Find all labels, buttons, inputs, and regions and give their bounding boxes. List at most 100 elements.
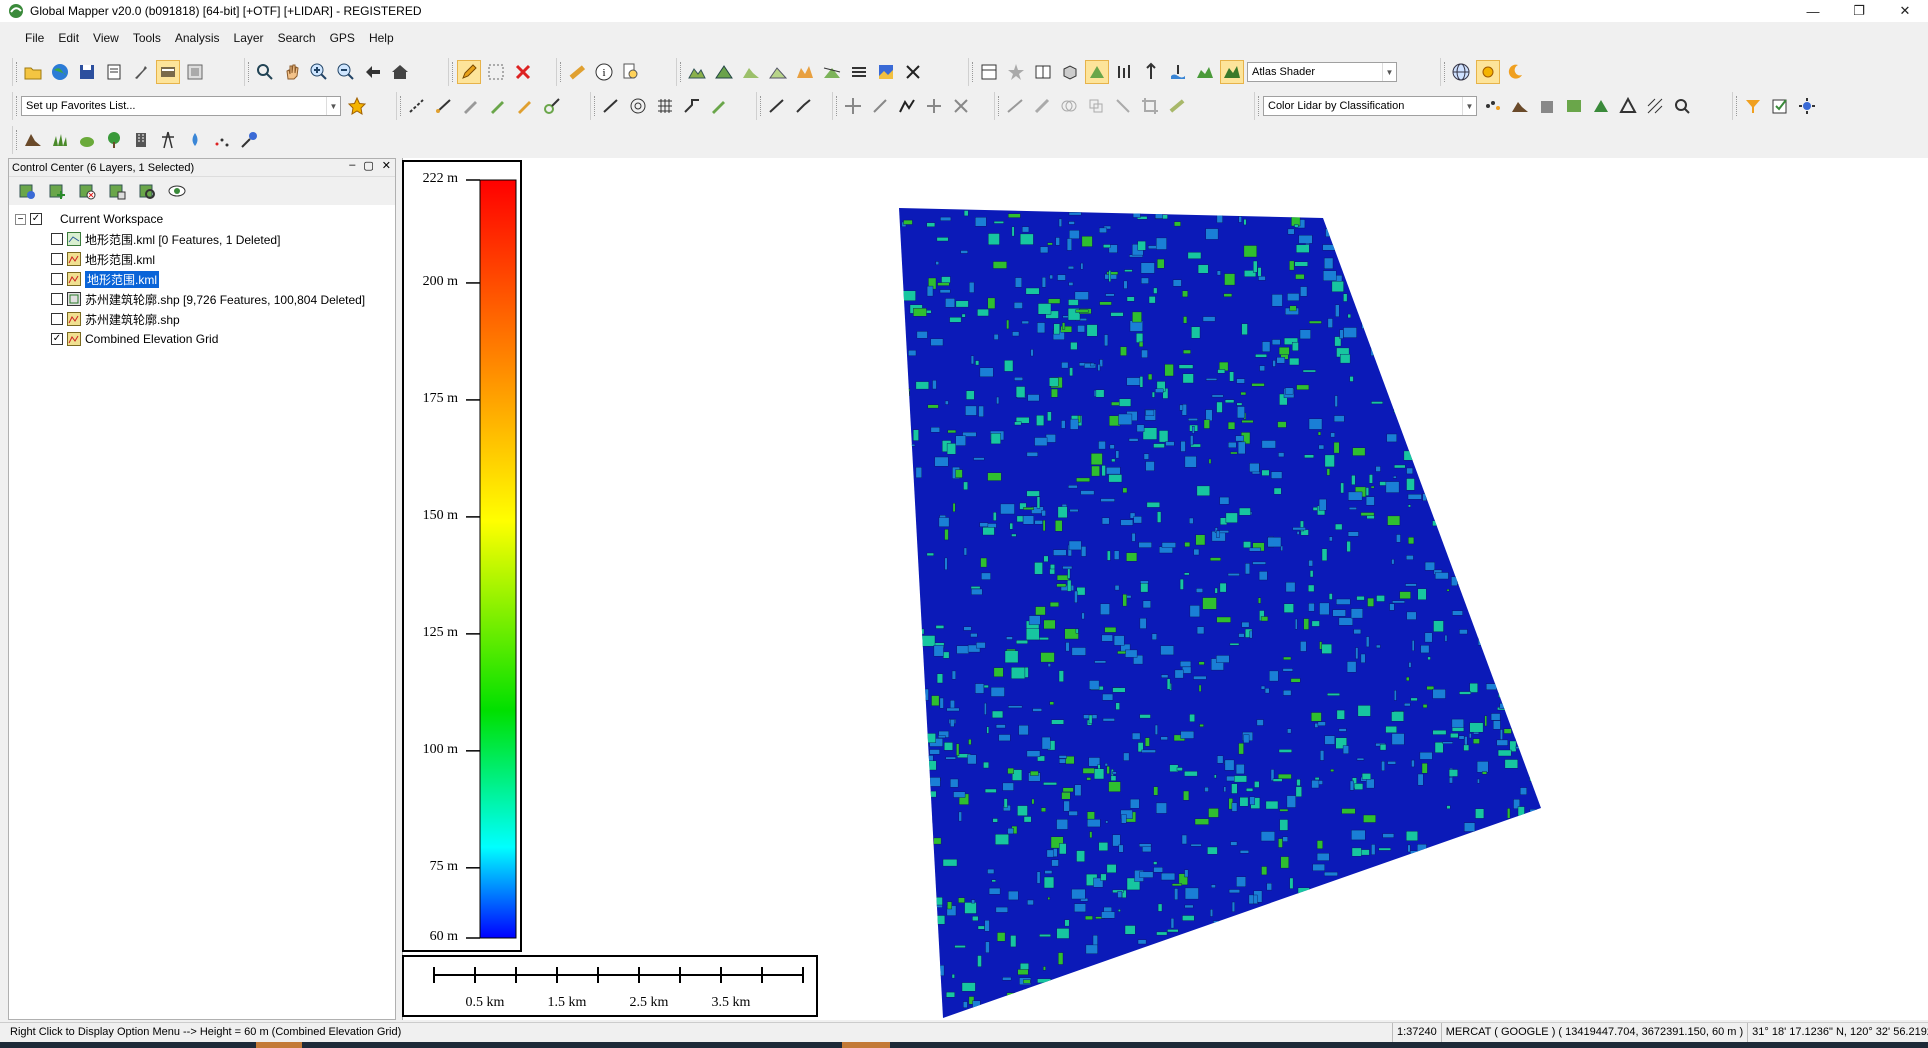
digitizer-tool-button[interactable] bbox=[457, 60, 481, 84]
panel-minimize-button[interactable]: – bbox=[349, 159, 355, 172]
create-rect-button[interactable] bbox=[459, 94, 483, 118]
lidar-grid-button[interactable] bbox=[1643, 94, 1667, 118]
workspace-checkbox[interactable]: ✓ bbox=[30, 213, 42, 225]
clear-tool-button[interactable] bbox=[901, 60, 925, 84]
add-favorite-button[interactable] bbox=[345, 94, 369, 118]
save-button[interactable] bbox=[75, 60, 99, 84]
menu-analysis[interactable]: Analysis bbox=[168, 31, 227, 45]
feature-info-button[interactable] bbox=[619, 60, 643, 84]
lidar-extract-button[interactable] bbox=[1562, 94, 1586, 118]
terrain-analysis-button[interactable] bbox=[739, 60, 763, 84]
difference-button[interactable] bbox=[1111, 94, 1135, 118]
menu-gps[interactable]: GPS bbox=[323, 31, 362, 45]
menu-search[interactable]: Search bbox=[271, 31, 323, 45]
layer-row[interactable]: 地形范围.kml [0 Features, 1 Deleted] bbox=[9, 229, 395, 249]
taskbar-item[interactable] bbox=[256, 1042, 302, 1048]
grass-button[interactable] bbox=[48, 128, 72, 152]
create-area-button[interactable] bbox=[432, 94, 456, 118]
menu-file[interactable]: File bbox=[18, 31, 51, 45]
close-button[interactable]: ✕ bbox=[1882, 0, 1928, 22]
shader-select[interactable]: Atlas Shader ▼ bbox=[1247, 62, 1397, 82]
grid-button[interactable] bbox=[653, 94, 677, 118]
reshape-button[interactable] bbox=[895, 94, 919, 118]
line-of-sight-button[interactable] bbox=[820, 60, 844, 84]
layer-checkbox[interactable] bbox=[51, 253, 63, 265]
path-profile-button[interactable] bbox=[685, 60, 709, 84]
select-tool-button[interactable] bbox=[484, 60, 508, 84]
create-point-button[interactable] bbox=[513, 94, 537, 118]
lidar-tree-button[interactable] bbox=[1589, 94, 1613, 118]
maximize-button[interactable]: ❐ bbox=[1836, 0, 1882, 22]
projection-button[interactable] bbox=[1449, 60, 1473, 84]
create-circle-button[interactable] bbox=[486, 94, 510, 118]
3d-view-button[interactable] bbox=[1058, 60, 1082, 84]
shaded-relief-button[interactable] bbox=[1220, 60, 1244, 84]
zoom-out-button[interactable] bbox=[334, 60, 358, 84]
pan-tool-button[interactable] bbox=[280, 60, 304, 84]
layer-row[interactable]: 苏州建筑轮廓.shp bbox=[9, 309, 395, 329]
workspace-node[interactable]: − ✓ Current Workspace bbox=[9, 209, 395, 229]
menu-tools[interactable]: Tools bbox=[126, 31, 168, 45]
daylight-shader-button[interactable] bbox=[1476, 60, 1500, 84]
full-view-button[interactable] bbox=[388, 60, 412, 84]
lidar-probe-button[interactable] bbox=[237, 128, 261, 152]
toggle-visibility-button[interactable] bbox=[165, 180, 189, 202]
open-data-file-button[interactable] bbox=[15, 180, 39, 202]
filter-button[interactable] bbox=[1741, 94, 1765, 118]
elevation-map[interactable] bbox=[403, 158, 1928, 1020]
vegetation-button[interactable] bbox=[75, 128, 99, 152]
layer-checkbox[interactable] bbox=[51, 293, 63, 305]
menu-edit[interactable]: Edit bbox=[51, 31, 86, 45]
configuration-button[interactable] bbox=[129, 60, 153, 84]
layer-row-selected[interactable]: 地形范围.kml bbox=[9, 269, 395, 289]
menu-layer[interactable]: Layer bbox=[227, 31, 271, 45]
range-ring-button[interactable] bbox=[626, 94, 650, 118]
contour-button[interactable] bbox=[766, 60, 790, 84]
building-button[interactable] bbox=[129, 128, 153, 152]
lidar-classify-button[interactable] bbox=[1481, 94, 1505, 118]
open-folder-button[interactable] bbox=[21, 60, 45, 84]
move-button[interactable] bbox=[841, 94, 865, 118]
lidar-building-button[interactable] bbox=[1535, 94, 1559, 118]
snap-button[interactable] bbox=[680, 94, 704, 118]
raster-calc-button[interactable] bbox=[874, 60, 898, 84]
info-tool-button[interactable]: i bbox=[592, 60, 616, 84]
water-button[interactable] bbox=[183, 128, 207, 152]
lidar-button[interactable] bbox=[1112, 60, 1136, 84]
collapse-toggle[interactable]: − bbox=[15, 213, 26, 225]
terrain-button[interactable] bbox=[21, 128, 45, 152]
create-range-ring-button[interactable] bbox=[540, 94, 564, 118]
panel-close-button[interactable]: ✕ bbox=[382, 159, 391, 172]
view-shed-button[interactable] bbox=[712, 60, 736, 84]
edit-attributes-button[interactable] bbox=[707, 94, 731, 118]
layer-search-button[interactable] bbox=[135, 180, 159, 202]
layer-row[interactable]: 地形范围.kml bbox=[9, 249, 395, 269]
lidar-settings-button[interactable] bbox=[1795, 94, 1819, 118]
power-line-button[interactable] bbox=[156, 128, 180, 152]
noise-button[interactable] bbox=[210, 128, 234, 152]
layer-checkbox[interactable] bbox=[51, 233, 63, 245]
vertical-scale-button[interactable] bbox=[1139, 60, 1163, 84]
online-data-button[interactable] bbox=[48, 60, 72, 84]
ruler-tool-button[interactable] bbox=[1165, 94, 1189, 118]
intersect-button[interactable] bbox=[1084, 94, 1108, 118]
layer-options-button[interactable] bbox=[105, 180, 129, 202]
split-view-button[interactable] bbox=[1031, 60, 1055, 84]
join-line-button[interactable] bbox=[792, 94, 816, 118]
crop-button[interactable] bbox=[1138, 94, 1162, 118]
layer-checkbox[interactable] bbox=[51, 313, 63, 325]
minimize-button[interactable]: — bbox=[1790, 0, 1836, 22]
menu-help[interactable]: Help bbox=[362, 31, 401, 45]
lidar-ground-button[interactable] bbox=[1508, 94, 1532, 118]
lidar-triangle-button[interactable] bbox=[1616, 94, 1640, 118]
elevation-bands-button[interactable] bbox=[847, 60, 871, 84]
relief-button[interactable] bbox=[1193, 60, 1217, 84]
measure-tool-button[interactable] bbox=[565, 60, 589, 84]
add-vertex-button[interactable] bbox=[922, 94, 946, 118]
panel-float-button[interactable]: ▢ bbox=[363, 159, 373, 172]
shader-toggle-button[interactable] bbox=[1085, 60, 1109, 84]
rotate-button[interactable] bbox=[868, 94, 892, 118]
tree-button[interactable] bbox=[102, 128, 126, 152]
layer-checkbox[interactable] bbox=[51, 273, 63, 285]
water-level-button[interactable] bbox=[1166, 60, 1190, 84]
